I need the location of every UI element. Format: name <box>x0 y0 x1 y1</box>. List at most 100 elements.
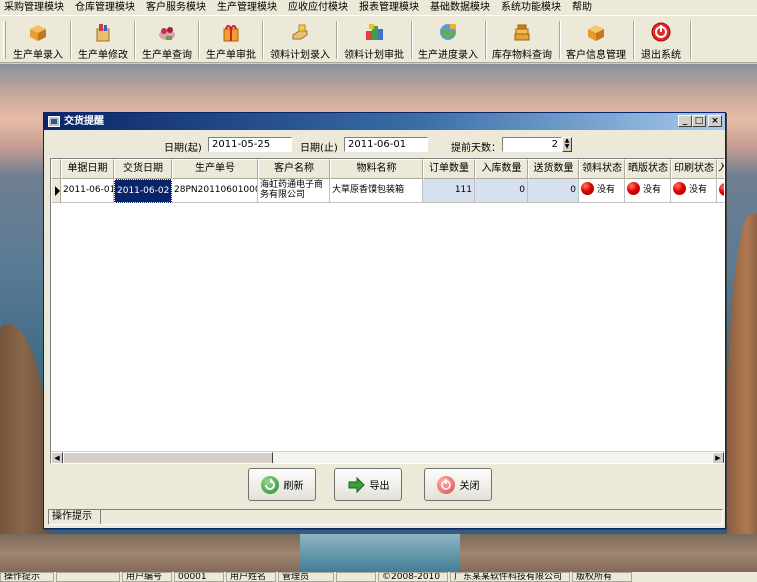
status-red-icon <box>673 182 686 195</box>
close-button[interactable]: 关闭 <box>424 468 492 501</box>
column-header-delivery-date[interactable]: 交货日期 <box>114 159 172 179</box>
toolbar-label: 退出系统 <box>641 50 681 61</box>
column-header-order-no[interactable]: 生产单号 <box>172 159 258 179</box>
toolbar-label: 生产单审批 <box>206 50 256 61</box>
cell-more[interactable] <box>717 179 724 203</box>
progress-globe-icon <box>437 21 459 43</box>
plate-status-text: 没有 <box>643 185 662 195</box>
horizontal-scrollbar[interactable]: ◀ ▶ <box>51 451 724 463</box>
column-header-doc-date[interactable]: 单据日期 <box>61 159 114 179</box>
toolbar-exit-system-button[interactable]: 退出系统 <box>636 19 686 61</box>
dialog-title: 交货提醒 <box>64 116 104 127</box>
toolbar-material-plan-approve-button[interactable]: 领料计划审批 <box>340 19 408 61</box>
table-row[interactable]: 2011-06-01 2011-06-02 28PN201106010002 海… <box>51 179 724 203</box>
maximize-button[interactable]: □ <box>692 115 706 127</box>
refresh-icon <box>260 475 279 494</box>
toolbar-label: 生产单录入 <box>13 50 63 61</box>
toolbar-material-plan-entry-button[interactable]: 领料计划录入 <box>266 19 334 61</box>
toolbar-grip <box>3 21 6 59</box>
cell-print-status[interactable]: 没有 <box>671 179 717 203</box>
exit-power-icon <box>650 21 672 43</box>
advance-days-input[interactable]: 2 <box>502 137 562 152</box>
column-header-material[interactable]: 物料名称 <box>330 159 423 179</box>
menu-reports[interactable]: 报表管理模块 <box>359 0 419 15</box>
blocks-approve-icon <box>363 21 385 43</box>
toolbar-production-order-entry-button[interactable]: 生产单录入 <box>10 19 66 61</box>
toolbar-separator <box>485 21 487 59</box>
dialog-status-bar: 操作提示 <box>48 509 723 525</box>
status-red-icon <box>627 182 640 195</box>
delivery-grid: 单据日期 交货日期 生产单号 客户名称 物料名称 订单数量 入库数量 送货数量 … <box>50 158 725 464</box>
cell-in-qty[interactable]: 0 <box>475 179 528 203</box>
toolbar-production-order-query-button[interactable]: 生产单查询 <box>138 19 196 61</box>
cell-material[interactable]: 大草原香馍包装箱 <box>330 179 423 203</box>
cell-delivery-date[interactable]: 2011-06-02 <box>114 179 172 203</box>
toolbar-separator <box>690 21 692 59</box>
cell-plate-status[interactable]: 没有 <box>625 179 671 203</box>
menu-bar: 采购管理模块 仓库管理模块 客户服务模块 生产管理模块 应收应付模块 报表管理模… <box>0 0 757 15</box>
toolbar-stock-material-query-button[interactable]: 库存物料查询 <box>488 19 556 61</box>
toolbar-production-progress-entry-button[interactable]: 生产进度录入 <box>414 19 482 61</box>
filter-row: 日期(起) 2011-05-25 日期(止) 2011-06-01 提前天数： … <box>44 135 725 155</box>
column-header-order-qty[interactable]: 订单数量 <box>423 159 475 179</box>
status-message <box>101 510 721 524</box>
cell-order-no[interactable]: 28PN201106010002 <box>172 179 258 203</box>
column-header-customer[interactable]: 客户名称 <box>258 159 330 179</box>
date-from-label: 日期(起) <box>164 143 202 154</box>
column-header-more[interactable]: 入 <box>717 159 724 179</box>
cell-order-qty[interactable]: 111 <box>423 179 475 203</box>
toolbar-separator <box>336 21 338 59</box>
advance-days-spinner[interactable]: ▲ ▼ <box>562 137 572 152</box>
toolbar-separator <box>411 21 413 59</box>
column-header-pick-status[interactable]: 领料状态 <box>579 159 625 179</box>
search-cake-icon <box>156 21 178 43</box>
toolbar-production-order-edit-button[interactable]: 生产单修改 <box>74 19 132 61</box>
status-rights: 版权所有 <box>572 572 632 582</box>
column-header-print-status[interactable]: 印刷状态 <box>671 159 717 179</box>
refresh-button[interactable]: 刷新 <box>248 468 316 501</box>
stock-stack-icon <box>511 21 533 43</box>
cell-delivered-qty[interactable]: 0 <box>528 179 579 203</box>
scroll-right-arrow-icon[interactable]: ▶ <box>712 452 724 463</box>
column-header-delivered-qty[interactable]: 送货数量 <box>528 159 579 179</box>
menu-purchase[interactable]: 采购管理模块 <box>4 0 64 15</box>
close-power-icon <box>436 475 455 494</box>
toolbar-customer-info-button[interactable]: 客户信息管理 <box>562 19 630 61</box>
toolbar: 生产单录入 生产单修改 生产单查询 生产单审批 领料计划录入 领料计划审批 生产… <box>0 15 757 63</box>
scroll-left-arrow-icon[interactable]: ◀ <box>51 452 63 463</box>
status-user-name: 管理员 <box>278 572 334 582</box>
grid-header-indicator <box>51 159 61 179</box>
status-empty <box>336 572 376 582</box>
column-header-in-qty[interactable]: 入库数量 <box>475 159 528 179</box>
menu-receivable-payable[interactable]: 应收应付模块 <box>288 0 348 15</box>
menu-help[interactable]: 帮助 <box>572 0 592 15</box>
grid-header: 单据日期 交货日期 生产单号 客户名称 物料名称 订单数量 入库数量 送货数量 … <box>51 159 724 179</box>
export-button[interactable]: 导出 <box>334 468 402 501</box>
minimize-button[interactable]: _ <box>678 115 692 127</box>
box-add-icon <box>27 21 49 43</box>
dialog-titlebar[interactable]: 交货提醒 _ □ × <box>44 113 725 130</box>
cell-doc-date[interactable]: 2011-06-01 <box>61 179 114 203</box>
toolbar-separator <box>262 21 264 59</box>
status-red-icon <box>719 183 724 196</box>
toolbar-production-order-approve-button[interactable]: 生产单审批 <box>202 19 260 61</box>
scrollbar-thumb[interactable] <box>63 452 273 463</box>
date-from-input[interactable]: 2011-05-25 <box>208 137 292 152</box>
toolbar-label: 生产进度录入 <box>418 50 478 61</box>
menu-basic-data[interactable]: 基础数据模块 <box>430 0 490 15</box>
cell-pick-status[interactable]: 没有 <box>579 179 625 203</box>
close-window-button[interactable]: × <box>708 115 722 127</box>
status-hint: 操作提示 <box>0 572 54 582</box>
date-to-input[interactable]: 2011-06-01 <box>344 137 428 152</box>
menu-system[interactable]: 系统功能模块 <box>501 0 561 15</box>
menu-warehouse[interactable]: 仓库管理模块 <box>75 0 135 15</box>
cell-customer[interactable]: 海虹药通电子商务有限公司 <box>258 179 330 203</box>
toolbar-label: 生产单查询 <box>142 50 192 61</box>
toolbar-label: 库存物料查询 <box>492 50 552 61</box>
status-hint: 操作提示 <box>49 510 101 524</box>
column-header-plate-status[interactable]: 晒版状态 <box>625 159 671 179</box>
menu-production[interactable]: 生产管理模块 <box>217 0 277 15</box>
delivery-reminder-dialog: 交货提醒 _ □ × 日期(起) 2011-05-25 日期(止) 2011-0… <box>43 112 726 529</box>
customer-box-icon <box>585 21 607 43</box>
menu-customer-service[interactable]: 客户服务模块 <box>146 0 206 15</box>
